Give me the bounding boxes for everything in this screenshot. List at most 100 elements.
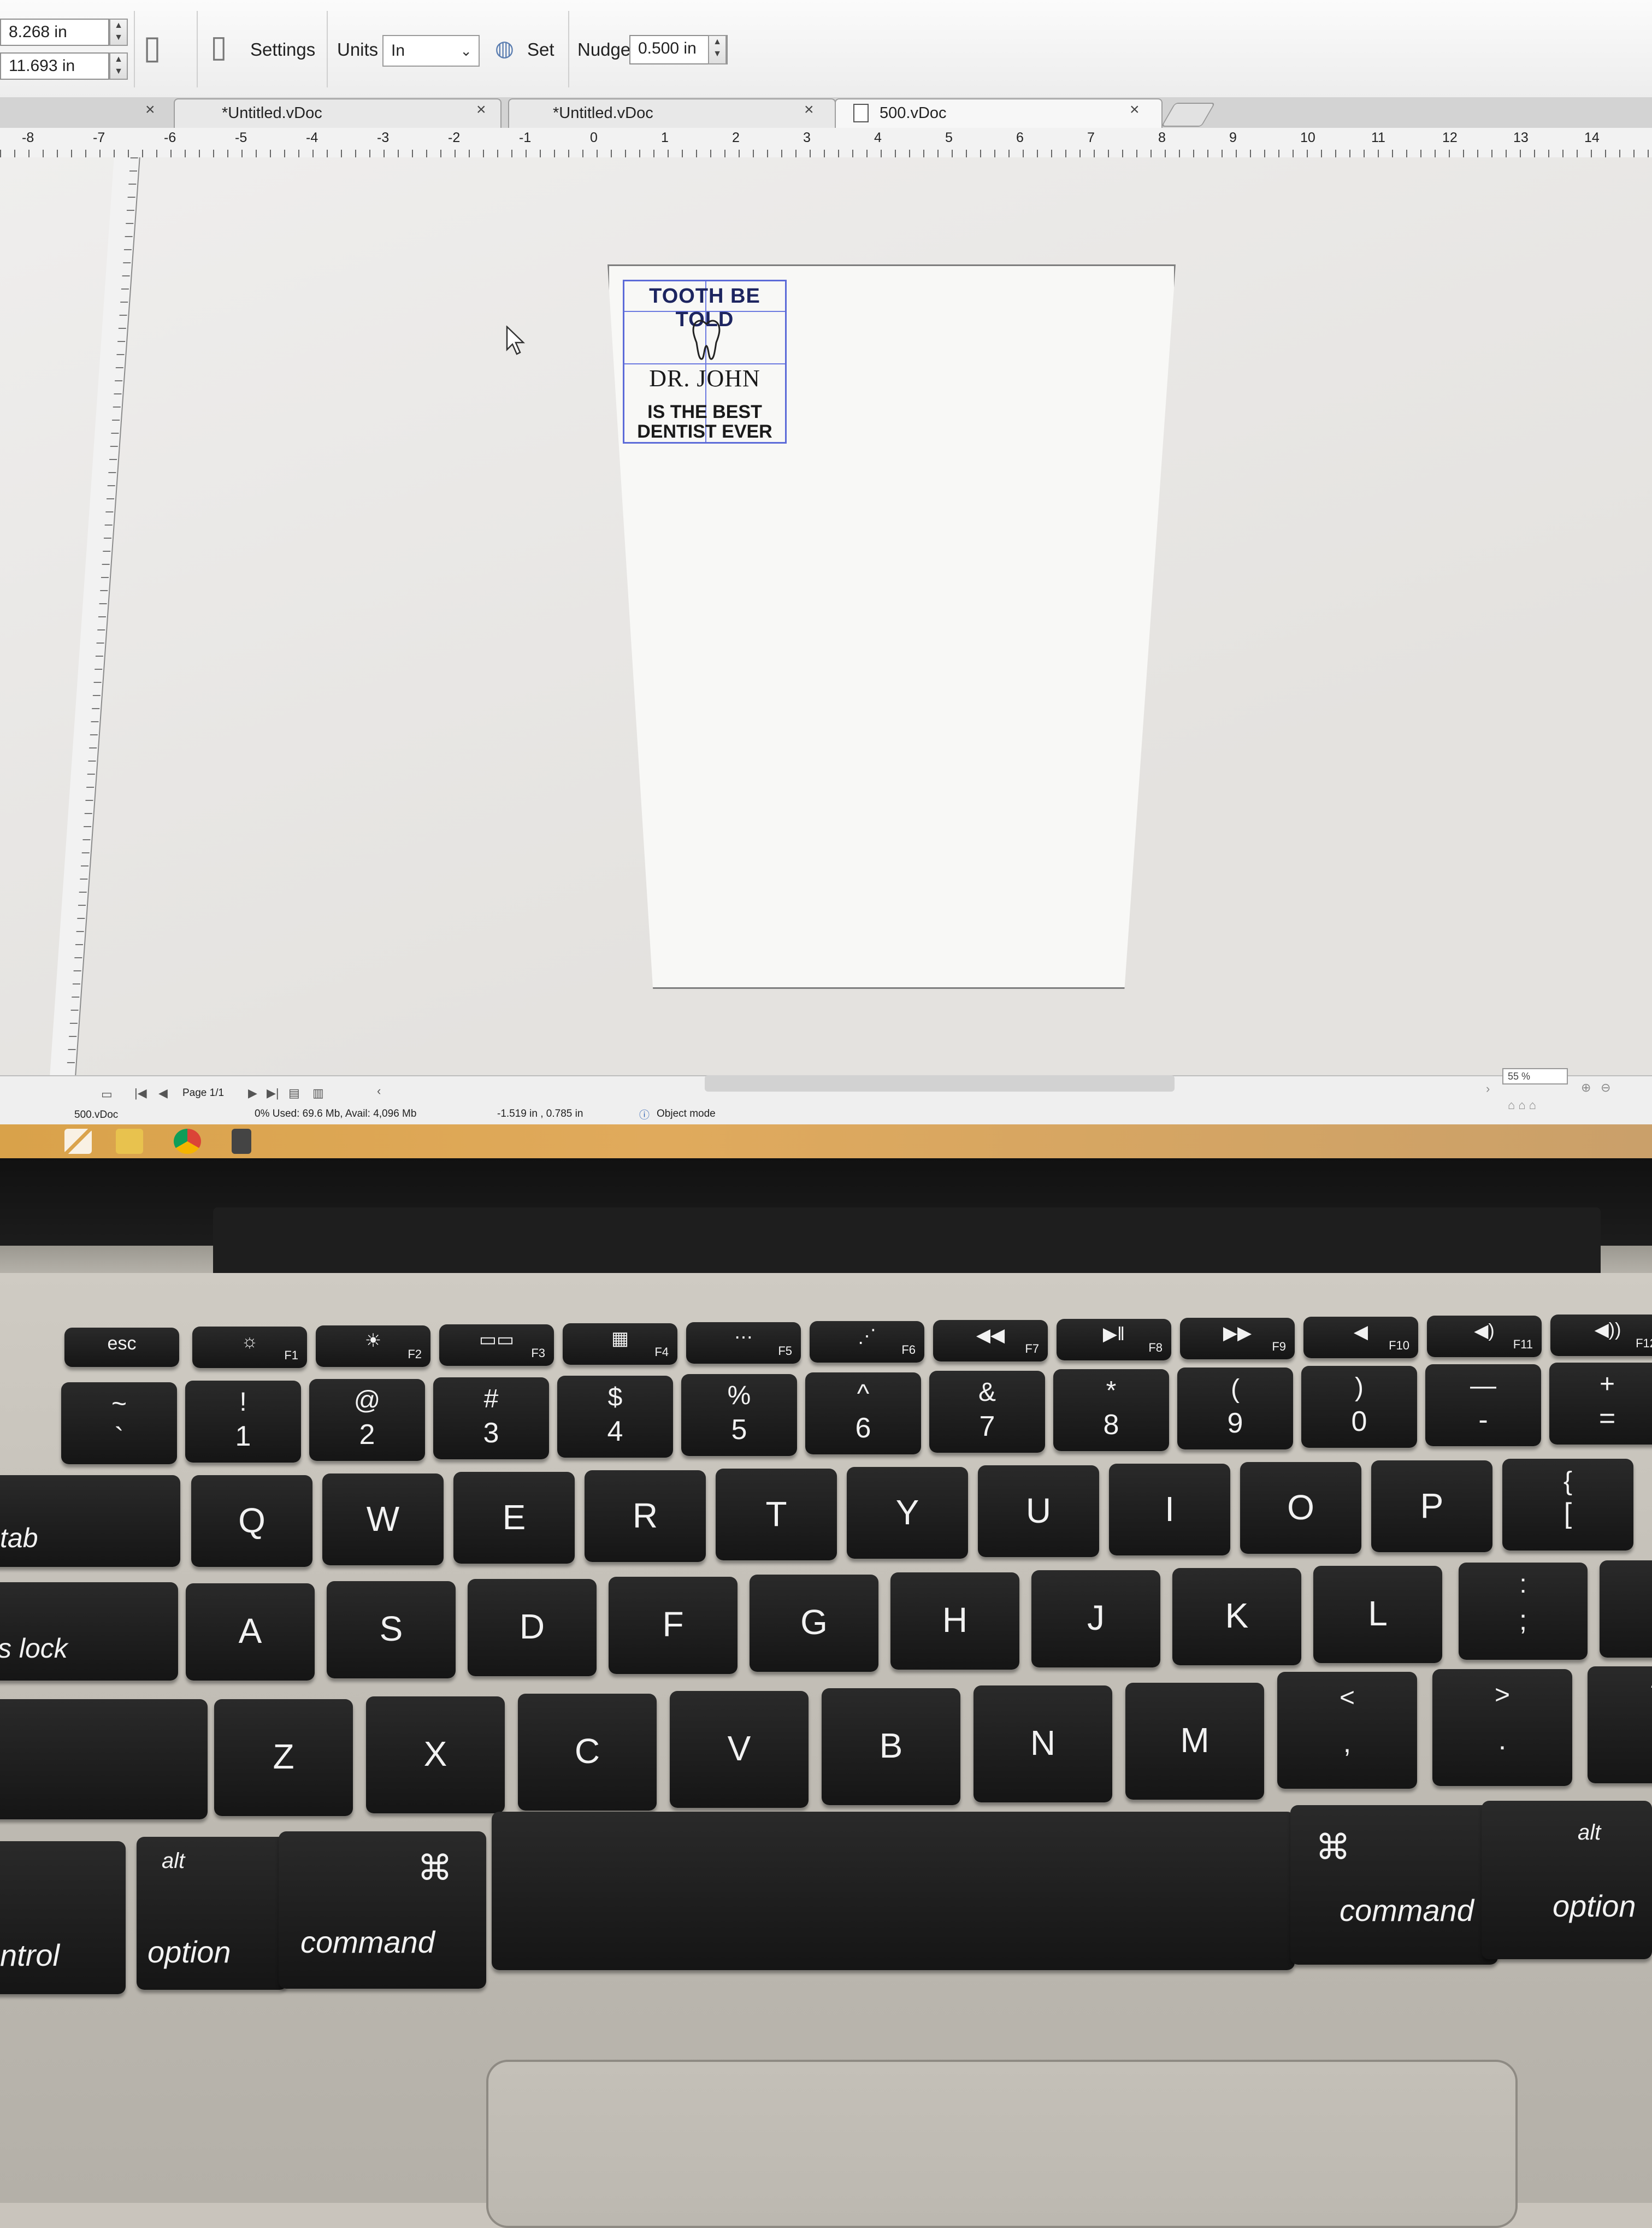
key-option-right[interactable]: alt option (1482, 1801, 1652, 1959)
key-number-7[interactable]: & 7 (929, 1371, 1045, 1453)
key-f9[interactable]: ▶▶ F9 (1180, 1318, 1295, 1359)
page-height-field[interactable]: 11.693 in (0, 52, 109, 80)
zoom-out-icon[interactable]: ⊖ (1601, 1081, 1610, 1095)
key-number-11[interactable]: — - (1425, 1364, 1541, 1446)
key-f7[interactable]: ◀◀ F7 (933, 1320, 1048, 1361)
key-tab[interactable]: tab (0, 1475, 180, 1567)
key-l[interactable]: L (1313, 1566, 1442, 1663)
label-subtitle-1[interactable]: IS THE BEST (624, 402, 785, 423)
next-page-icon[interactable]: ▶ (248, 1086, 257, 1100)
key-bracket[interactable]: {[ (1502, 1459, 1633, 1551)
first-page-icon[interactable]: |◀ (134, 1086, 147, 1100)
key-s[interactable]: S (327, 1581, 456, 1678)
key-number-1[interactable]: ! 1 (185, 1381, 301, 1463)
key-b[interactable]: B (822, 1688, 960, 1805)
prev-page-icon[interactable]: ◀ (158, 1086, 168, 1100)
duplicate-page-icon[interactable]: ▥ (312, 1086, 324, 1100)
key-f2[interactable]: ☀ F2 (316, 1325, 430, 1367)
key-k[interactable]: K (1172, 1568, 1301, 1665)
key-f1[interactable]: ☼ F1 (192, 1327, 307, 1368)
key-f6[interactable]: ⋰ F6 (810, 1321, 924, 1363)
key-command-left[interactable]: ⌘ command (279, 1831, 486, 1989)
zoom-in-icon[interactable]: ⊕ (1581, 1081, 1591, 1095)
ruler-toggle-icon[interactable]: ▭ (101, 1087, 113, 1101)
key-number-5[interactable]: % 5 (681, 1374, 797, 1456)
key-punct-z-0[interactable]: <, (1277, 1672, 1417, 1789)
tab-500-vdoc[interactable]: 500.vDoc (835, 98, 1163, 128)
key-q[interactable]: Q (191, 1475, 312, 1567)
key-y[interactable]: Y (847, 1467, 968, 1559)
key-z[interactable]: Z (214, 1699, 353, 1816)
settings-page-icon[interactable]: ▯ (210, 28, 227, 64)
units-select[interactable]: In ⌄ (382, 35, 480, 67)
key-w[interactable]: W (322, 1473, 444, 1565)
key-control[interactable]: ntrol (0, 1841, 126, 1994)
add-page-icon[interactable]: ▤ (288, 1086, 300, 1100)
key-c[interactable]: C (518, 1694, 657, 1811)
nudge-stepper[interactable]: ▲ ▼ (708, 35, 727, 64)
key-v[interactable]: V (670, 1691, 809, 1808)
key-f10[interactable]: ◀ F10 (1303, 1317, 1418, 1358)
file-explorer-icon[interactable] (116, 1129, 143, 1154)
key-f8[interactable]: ▶‖ F8 (1057, 1319, 1171, 1360)
key-f3[interactable]: ▭▭ F3 (439, 1324, 554, 1366)
key-e[interactable]: E (453, 1472, 575, 1564)
chrome-icon[interactable] (174, 1129, 201, 1154)
key-shift-left[interactable] (0, 1699, 208, 1819)
key-u[interactable]: U (978, 1465, 1099, 1557)
key-space[interactable] (492, 1812, 1295, 1970)
key-number-8[interactable]: * 8 (1053, 1369, 1169, 1451)
chevron-right-icon[interactable]: › (1486, 1082, 1490, 1096)
key-f5[interactable]: ⋯ F5 (686, 1322, 801, 1364)
close-icon[interactable]: × (804, 101, 814, 119)
close-icon[interactable]: × (1130, 101, 1140, 119)
label-subtitle-2[interactable]: DENTIST EVER (624, 421, 785, 443)
key-number-2[interactable]: @2 (309, 1379, 425, 1461)
horizontal-scrollbar[interactable] (705, 1075, 1175, 1092)
key-number-6[interactable]: ^ 6 (805, 1372, 921, 1454)
key-x[interactable]: X (366, 1696, 505, 1813)
key-f12[interactable]: ◀))F12 (1550, 1315, 1652, 1356)
key-punct-0[interactable]: :; (1459, 1563, 1588, 1660)
page-width-stepper[interactable]: ▲ ▼ (109, 19, 128, 46)
set-button[interactable]: Set (527, 39, 554, 60)
new-tab-button[interactable] (1161, 103, 1216, 127)
key-option-left[interactable]: alt option (137, 1837, 287, 1990)
key-punct-z-2[interactable]: ?/ (1588, 1666, 1652, 1783)
key-h[interactable]: H (890, 1572, 1019, 1670)
page-height-stepper[interactable]: ▲ ▼ (109, 52, 128, 80)
key-number-10[interactable]: ) 0 (1301, 1366, 1417, 1448)
zoom-select[interactable]: 55 % (1502, 1068, 1568, 1084)
key-i[interactable]: I (1109, 1464, 1230, 1555)
key-d[interactable]: D (468, 1579, 597, 1676)
page-orientation-icon[interactable]: ▯ (143, 28, 161, 67)
key-f11[interactable]: ◀) F11 (1427, 1316, 1542, 1357)
key-number-3[interactable]: #3 (433, 1377, 549, 1459)
set-globe-icon[interactable]: ◍ (495, 36, 514, 61)
key-number-4[interactable]: $4 (557, 1376, 673, 1458)
settings-button[interactable]: Settings (250, 39, 315, 60)
key-f4[interactable]: ▦ F4 (563, 1323, 677, 1365)
key-number-12[interactable]: + = (1549, 1363, 1652, 1445)
key-p[interactable]: P (1371, 1460, 1492, 1552)
key-t[interactable]: T (716, 1469, 837, 1560)
last-page-icon[interactable]: ▶| (267, 1086, 279, 1100)
key-esc[interactable]: esc (64, 1328, 179, 1367)
key-command-right[interactable]: ⌘ command (1290, 1805, 1498, 1965)
key-punct-1[interactable]: "' (1600, 1560, 1652, 1658)
key-n[interactable]: N (974, 1685, 1112, 1802)
page-width-field[interactable]: 8.268 in (0, 19, 109, 46)
windows-start-icon[interactable] (64, 1129, 92, 1154)
close-icon[interactable]: × (145, 101, 155, 119)
key-caps-lock[interactable]: s lock (0, 1582, 178, 1681)
app-icon[interactable] (232, 1129, 251, 1154)
key-number-9[interactable]: (9 (1177, 1368, 1293, 1449)
label-object[interactable]: TOOTH BE TOLD DR. JOHN IS THE BEST DENTI… (623, 280, 787, 444)
key-r[interactable]: R (585, 1470, 706, 1562)
key-j[interactable]: J (1031, 1570, 1160, 1667)
scroll-left-icon[interactable]: ‹ (377, 1084, 381, 1098)
key-o[interactable]: O (1240, 1462, 1361, 1554)
key-punct-z-1[interactable]: >. (1432, 1669, 1572, 1786)
key-a[interactable]: A (186, 1583, 315, 1681)
key-number-0[interactable]: ~ ` (61, 1382, 177, 1464)
